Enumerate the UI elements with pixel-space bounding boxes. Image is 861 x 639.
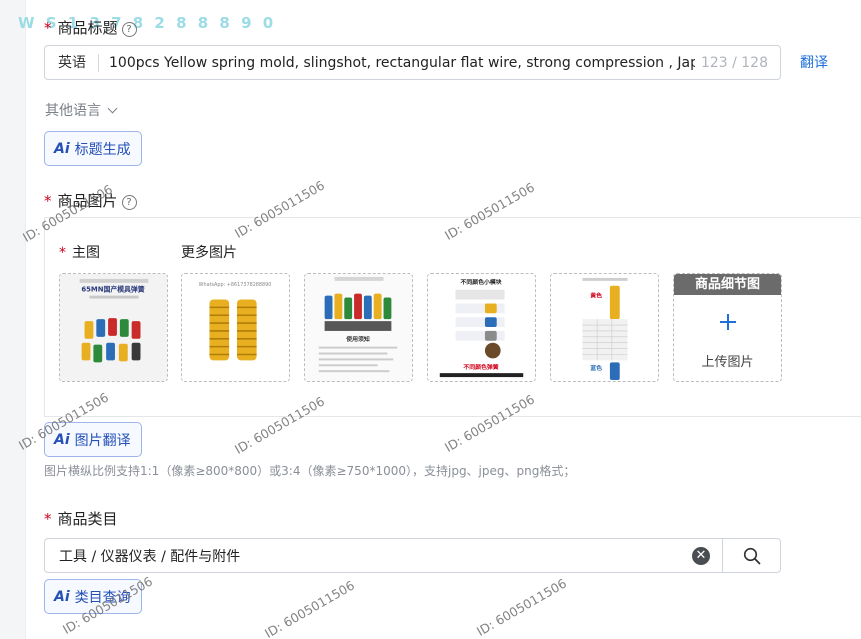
search-icon	[743, 547, 760, 564]
thumb5-bottom-label: 蓝色	[590, 364, 602, 372]
main-image-thumb[interactable]: 65MN国产模具弹簧	[59, 273, 168, 382]
more-images-label: 更多图片	[181, 245, 237, 261]
ai-icon: Ai	[54, 140, 70, 157]
required-mark: *	[44, 510, 52, 528]
ai-icon: Ai	[54, 588, 70, 605]
language-prefix[interactable]: 英语	[45, 53, 99, 72]
upload-detail-image[interactable]: 商品细节图 上传图片	[673, 273, 782, 382]
title-label: * 商品标题?	[44, 17, 137, 38]
image-format-hint: 图片横纵比例支持1:1（像素≥800*800）或3:4（像素≥750*1000）…	[44, 464, 576, 478]
category-value[interactable]: 工具 / 仪器仪表 / 配件与附件	[45, 546, 692, 566]
chevron-down-icon	[107, 103, 118, 114]
other-languages-toggle[interactable]: 其他语言	[45, 100, 118, 120]
ai-title-generate-button[interactable]: Ai 标题生成	[44, 131, 142, 166]
category-input[interactable]: 工具 / 仪器仪表 / 配件与附件 ✕	[44, 538, 781, 573]
help-icon[interactable]: ?	[121, 195, 137, 210]
left-rail	[0, 0, 26, 639]
thumb1-header: 65MN国产模具弹簧	[81, 285, 144, 294]
other-languages-label: 其他语言	[45, 103, 101, 119]
more-image-thumb-2[interactable]: 使用须知	[304, 273, 413, 382]
main-image-label-text: 主图	[72, 245, 100, 261]
detail-image-header: 商品细节图	[674, 274, 781, 295]
plus-icon	[720, 314, 736, 330]
ai-image-translate-label: 图片翻译	[74, 432, 131, 449]
title-label-text: 商品标题	[57, 19, 118, 37]
clear-icon[interactable]: ✕	[692, 546, 710, 565]
ai-category-query-label: 类目查询	[74, 589, 131, 606]
ai-image-translate-button[interactable]: Ai 图片翻译	[44, 422, 142, 457]
title-text[interactable]: 100pcs Yellow spring mold, slingshot, re…	[99, 55, 695, 71]
upload-image-label: 上传图片	[701, 355, 754, 370]
char-count: 123 / 128	[700, 54, 768, 71]
more-image-thumb-3[interactable]: 不同颜色小模块 不同颜色弹簧	[427, 273, 536, 382]
required-mark: *	[44, 192, 52, 210]
more-image-thumb-4[interactable]: 黄色 蓝色	[550, 273, 659, 382]
id-watermark: ID: 6005011506	[262, 577, 357, 639]
more-image-thumb-1[interactable]: WhatsApp: +8617378288890	[181, 273, 290, 382]
thumb4-footer: 不同颜色弹簧	[463, 363, 498, 371]
id-watermark: ID: 6005011506	[474, 575, 569, 639]
ai-category-query-button[interactable]: Ai 类目查询	[44, 579, 142, 614]
required-mark: *	[59, 245, 66, 261]
category-label-text: 商品类目	[57, 510, 118, 528]
help-icon[interactable]: ?	[121, 22, 137, 37]
category-label: * 商品类目	[44, 508, 118, 529]
thumb4-header: 不同颜色小模块	[460, 278, 501, 286]
thumb3-caption: 使用须知	[345, 335, 370, 343]
category-search-button[interactable]	[722, 539, 780, 572]
translate-link[interactable]: 翻译	[800, 52, 828, 72]
required-mark: *	[44, 19, 52, 37]
images-label-text: 商品图片	[57, 192, 118, 210]
thumb5-top-label: 黄色	[590, 292, 602, 300]
main-image-label: * 主图	[59, 242, 100, 262]
thumb2-header: WhatsApp: +8617378288890	[199, 282, 272, 288]
ai-icon: Ai	[54, 431, 70, 448]
ai-title-generate-label: 标题生成	[74, 141, 131, 158]
images-label: * 商品图片?	[44, 190, 137, 211]
title-input[interactable]: 英语 100pcs Yellow spring mold, slingshot,…	[44, 45, 781, 80]
